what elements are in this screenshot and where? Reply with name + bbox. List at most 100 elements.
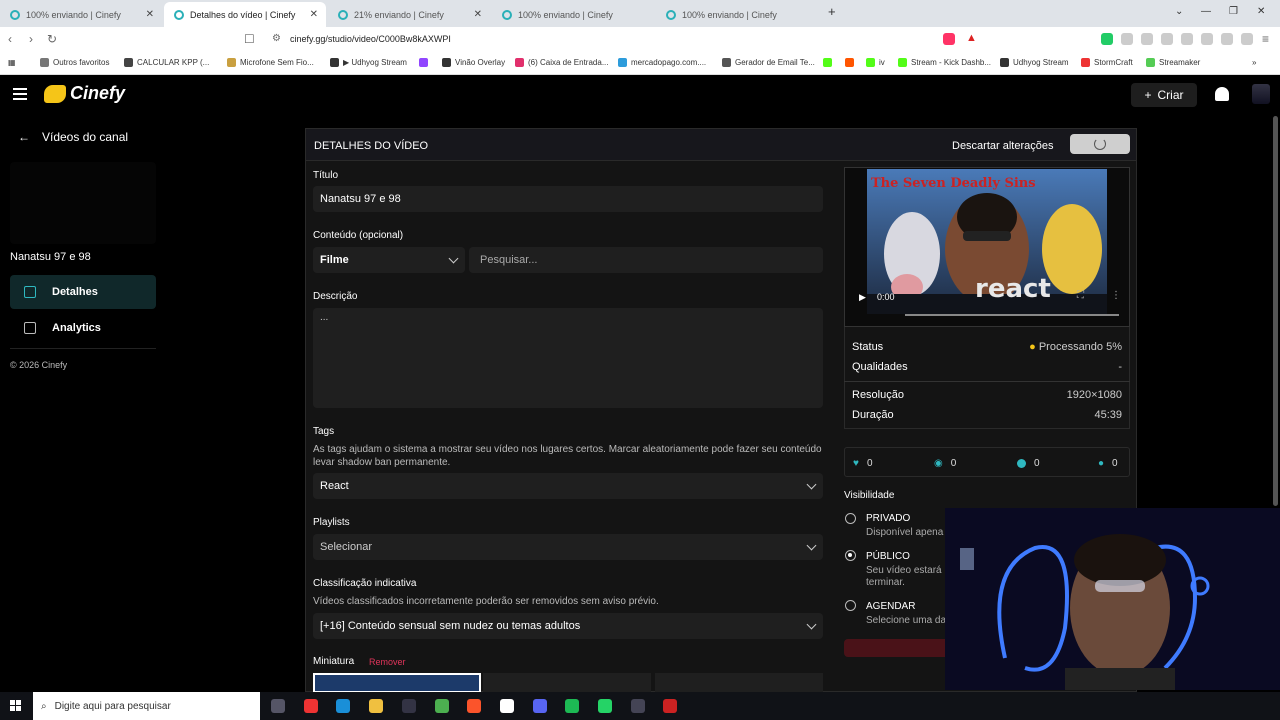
voicemeeter-icon[interactable] [663, 699, 677, 713]
rating-select[interactable]: [+16] Conteúdo sensual sem nudez ou tema… [313, 613, 823, 639]
bookmark-item[interactable] [823, 58, 832, 67]
play-icon[interactable]: ▶ [859, 292, 866, 303]
sidebar-icon[interactable] [1181, 33, 1193, 45]
spotify-icon[interactable] [565, 699, 579, 713]
window-close-icon[interactable]: ✕ [1257, 6, 1265, 17]
playlists-select[interactable]: Selecionar [313, 534, 823, 560]
obs-icon[interactable] [631, 699, 645, 713]
scrollbar[interactable] [1273, 116, 1278, 506]
extension-icon[interactable] [1101, 33, 1113, 45]
maximize-icon[interactable]: ❐ [1229, 6, 1238, 17]
bookmark-item[interactable]: iv [866, 58, 885, 67]
visibility-schedule-desc: Selecione uma da [866, 615, 947, 626]
whatsapp-icon[interactable] [598, 699, 612, 713]
close-icon[interactable]: ✕ [146, 9, 154, 20]
bookmark-item[interactable] [419, 58, 428, 67]
radio-public[interactable] [845, 550, 856, 561]
browser-tab-active[interactable]: Detalhes do vídeo | Cinefy ✕ [164, 2, 326, 27]
brave-icon[interactable] [467, 699, 481, 713]
remove-thumbnail-button[interactable]: Remover [369, 657, 406, 667]
tab-search-icon[interactable]: ⌄ [1175, 6, 1183, 17]
vpn-icon[interactable] [1241, 33, 1253, 45]
radio-schedule[interactable] [845, 600, 856, 611]
music-icon[interactable] [1161, 33, 1173, 45]
chevron-right-icon[interactable]: » [1252, 58, 1256, 67]
reload-icon[interactable]: ↻ [47, 32, 57, 46]
fullscreen-icon[interactable]: ⛶ [1077, 290, 1084, 301]
bookmark-item[interactable]: Streamaker [1146, 58, 1200, 67]
tags-select[interactable]: React [313, 473, 823, 499]
avatar[interactable] [1252, 84, 1270, 104]
bookmark-item[interactable]: mercadopago.com.... [618, 58, 706, 67]
bookmark-item[interactable]: Stream - Kick Dashb... [898, 58, 991, 67]
browser-tab[interactable]: 100% enviando | Cinefy ✕ [0, 2, 162, 27]
browser-tab[interactable]: 100% enviando | Cinefy [492, 2, 654, 27]
logo[interactable]: Cinefy [44, 83, 125, 104]
leo-icon[interactable] [1221, 33, 1233, 45]
bookmark-item[interactable]: StormCraft [1081, 58, 1133, 67]
discord-icon[interactable] [533, 699, 547, 713]
video-time: 0:00 [877, 292, 895, 302]
thumbnail-option[interactable] [483, 673, 651, 693]
copilot-icon[interactable] [304, 699, 318, 713]
bookmark-item[interactable]: Microfone Sem Fio... [227, 58, 314, 67]
bookmark-icon[interactable]: ☐ [244, 32, 255, 46]
video-thumbnail [10, 162, 156, 244]
video-poster: The Seven Deadly Sins react [867, 169, 1107, 314]
save-button[interactable] [1070, 134, 1130, 154]
bookmark-item[interactable]: Gerador de Email Te... [722, 58, 815, 67]
bookmark-item[interactable]: Vinão Overlay [442, 58, 505, 67]
bookmark-item[interactable]: CALCULAR KPP (... [124, 58, 209, 67]
content-type-select[interactable]: Filme [313, 247, 465, 273]
description-textarea[interactable]: ... [313, 308, 823, 408]
apps-icon[interactable]: ▦ [8, 58, 16, 67]
taskbar-search[interactable]: ⌕ Digite aqui para pesquisar [33, 692, 260, 720]
sidebar-item-details[interactable]: Detalhes [10, 275, 156, 309]
sidebar-item-analytics[interactable]: Analytics [10, 311, 156, 345]
site-info-icon[interactable]: ⚙ [272, 33, 281, 44]
windows-start-icon[interactable] [10, 700, 22, 712]
task-view-icon[interactable] [271, 699, 285, 713]
chrome-icon[interactable] [435, 699, 449, 713]
brave-rewards-icon[interactable]: ▲ [966, 32, 978, 44]
back-icon[interactable]: ‹ [8, 32, 12, 46]
close-icon[interactable]: ✕ [310, 9, 318, 20]
forward-icon[interactable]: › [29, 32, 33, 46]
browser-tab[interactable]: 21% enviando | Cinefy ✕ [328, 2, 490, 27]
minimize-icon[interactable]: — [1201, 6, 1211, 17]
edge-icon[interactable] [336, 699, 350, 713]
bookmark-item[interactable] [845, 58, 854, 67]
bookmark-item[interactable]: ▶ Udhyog Stream [330, 58, 407, 67]
bookmark-favicon-icon [722, 58, 731, 67]
hamburger-menu-icon[interactable] [13, 88, 27, 100]
discard-changes-button[interactable]: Descartar alterações [952, 140, 1054, 152]
file-explorer-icon[interactable] [369, 699, 383, 713]
video-player[interactable]: The Seven Deadly Sins react ▶ 0:00 ⛶ ⋮ [844, 167, 1130, 327]
content-search-input[interactable]: Pesquisar... [469, 247, 823, 273]
seek-bar[interactable] [905, 314, 1119, 316]
bell-icon[interactable] [1215, 87, 1229, 101]
thumbnail-option-selected[interactable] [313, 673, 481, 693]
menu-icon[interactable]: ≡ [1262, 32, 1269, 46]
app-icon[interactable] [402, 699, 416, 713]
download-icon[interactable] [1141, 33, 1153, 45]
thumbnail-option[interactable] [655, 673, 823, 693]
radio-private[interactable] [845, 513, 856, 524]
bookmark-item[interactable]: Udhyog Stream [1000, 58, 1069, 67]
bookmark-item[interactable]: Outros favoritos [40, 58, 109, 67]
vegas-icon[interactable] [500, 699, 514, 713]
delete-button[interactable] [844, 639, 954, 657]
title-input[interactable]: Nanatsu 97 e 98 [313, 186, 823, 212]
close-icon[interactable]: ✕ [474, 9, 482, 20]
bookmark-item[interactable]: (6) Caixa de Entrada... [515, 58, 608, 67]
extension-icon[interactable] [1121, 33, 1133, 45]
back-to-channel-videos[interactable]: ← Vídeos do canal [18, 130, 128, 144]
bookmark-label: Streamaker [1159, 58, 1201, 67]
url-field[interactable]: cinefy.gg/studio/video/C000Bw8kAXWPI [290, 34, 451, 44]
more-options-icon[interactable]: ⋮ [1111, 290, 1121, 301]
browser-tab[interactable]: 100% enviando | Cinefy [656, 2, 818, 27]
wallet-icon[interactable] [1201, 33, 1213, 45]
create-button[interactable]: + Criar [1131, 83, 1197, 107]
new-tab-icon[interactable]: + [828, 4, 836, 19]
brave-shield-icon[interactable] [943, 33, 955, 45]
